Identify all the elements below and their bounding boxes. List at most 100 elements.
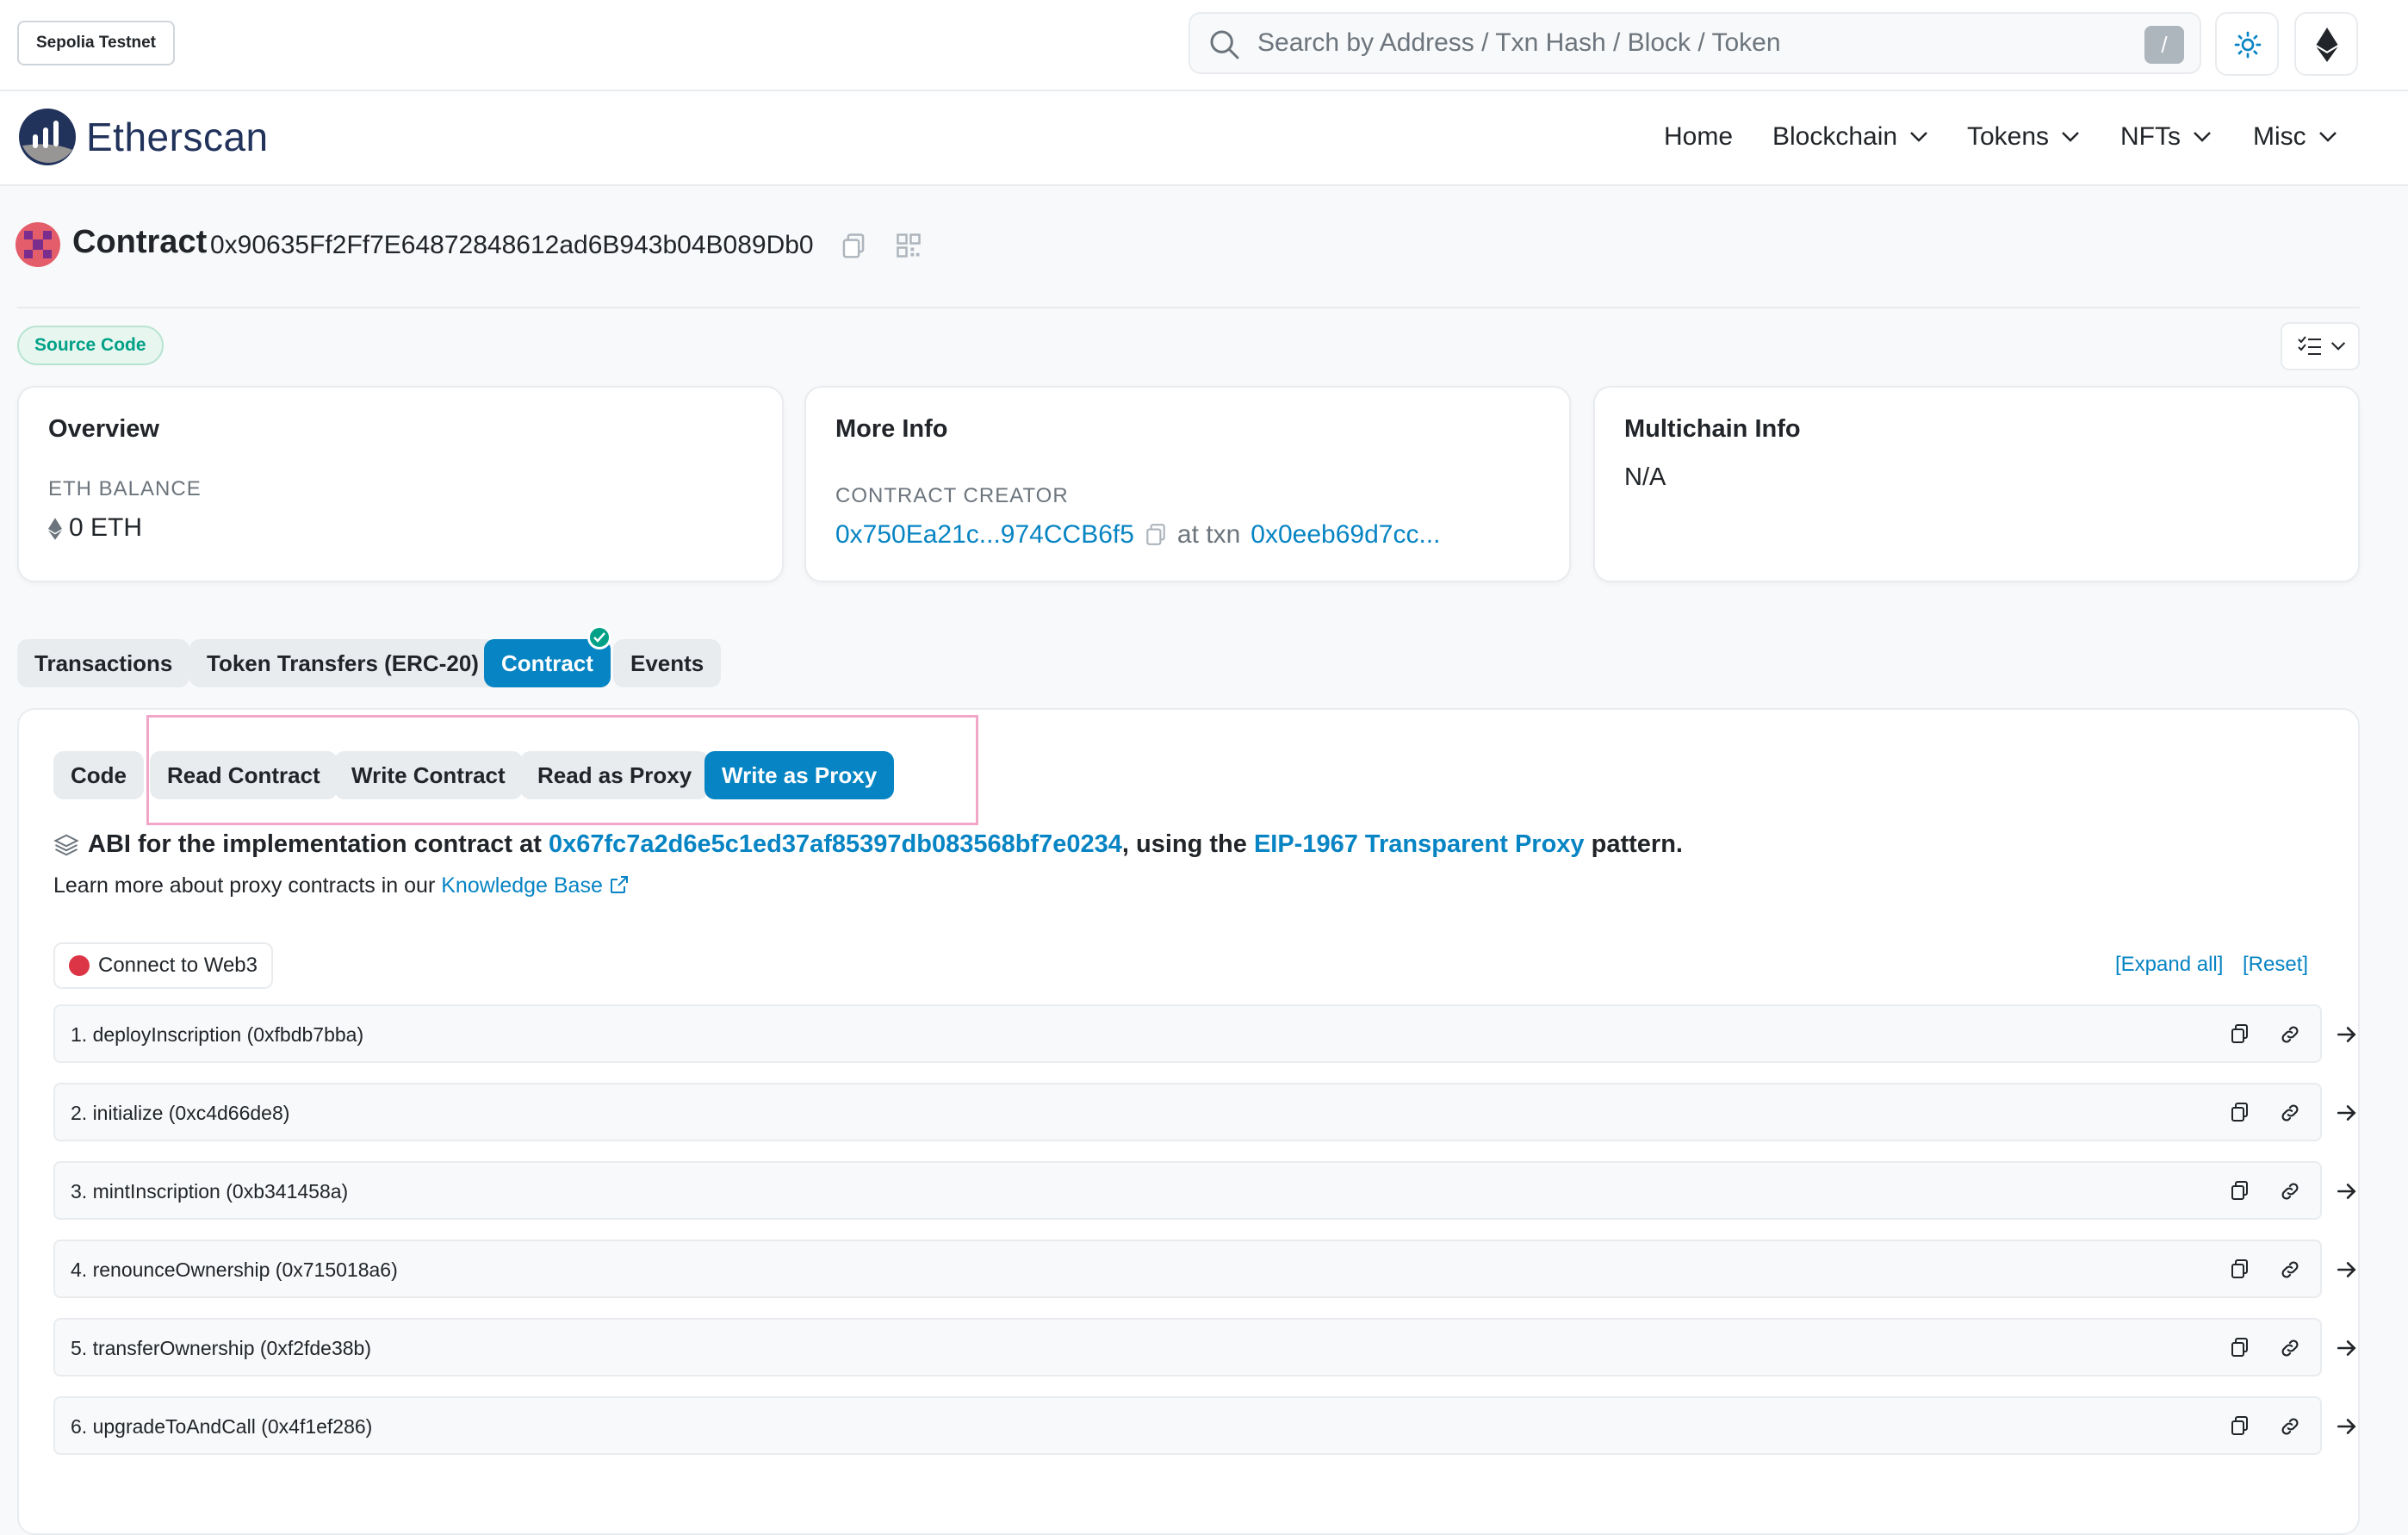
connect-web3-button[interactable]: Connect to Web3	[53, 942, 274, 989]
at-txn-text: at txn	[1176, 520, 1241, 549]
network-switch-button[interactable]	[2294, 12, 2358, 76]
link-icon[interactable]	[2279, 1023, 2301, 1046]
chevron-down-icon	[2194, 132, 2211, 142]
reset-link[interactable]: [Reset]	[2243, 953, 2308, 977]
more-info-card: More Info CONTRACT CREATOR 0x750Ea21c...…	[804, 386, 1571, 582]
link-icon[interactable]	[2279, 1337, 2301, 1359]
function-row[interactable]: 2. initialize (0xc4d66de8)	[53, 1083, 2356, 1141]
sun-icon	[2234, 31, 2262, 59]
search-box[interactable]: /	[1188, 12, 2201, 74]
learn-prefix: Learn more about proxy contracts in our	[53, 873, 442, 898]
chevron-down-icon	[2318, 132, 2337, 142]
copy-icon[interactable]	[2229, 1415, 2251, 1438]
subtab-read-contract[interactable]: Read Contract	[150, 751, 338, 799]
function-row[interactable]: 4. renounceOwnership (0x715018a6)	[53, 1240, 2356, 1298]
nav-home-label: Home	[1664, 122, 1734, 151]
nav-misc-label: Misc	[2253, 122, 2306, 151]
creation-txn-link[interactable]: 0x0eeb69d7cc...	[1251, 520, 1440, 550]
search-shortcut-key: /	[2144, 26, 2184, 64]
list-checks-icon	[2298, 336, 2321, 355]
function-row[interactable]: 3. mintInscription (0xb341458a)	[53, 1161, 2356, 1220]
ethereum-icon	[48, 518, 62, 540]
network-badge[interactable]: Sepolia Testnet	[17, 21, 176, 65]
nav-blockchain-label: Blockchain	[1772, 122, 1898, 151]
link-icon[interactable]	[2279, 1258, 2301, 1281]
main-navbar: Etherscan Home Blockchain Tokens NFTs Mi…	[0, 91, 2408, 186]
function-name: 6. upgradeToAndCall (0x4f1ef286)	[71, 1415, 373, 1438]
proxy-pattern-link[interactable]: EIP-1967 Transparent Proxy	[1254, 830, 1585, 858]
abi-prefix: ABI for the implementation contract at	[88, 830, 549, 858]
overview-title: Overview	[48, 415, 159, 443]
function-name: 2. initialize (0xc4d66de8)	[71, 1102, 290, 1124]
contract-label: Contract	[72, 224, 208, 260]
arrow-right-icon[interactable]	[2336, 1258, 2358, 1281]
search-icon	[1210, 30, 1239, 59]
arrow-right-icon[interactable]	[2336, 1180, 2358, 1203]
arrow-right-icon[interactable]	[2336, 1337, 2358, 1359]
verified-check-icon	[587, 625, 611, 649]
copy-icon[interactable]	[2229, 1180, 2251, 1203]
tab-events[interactable]: Events	[613, 639, 722, 687]
theme-toggle-button[interactable]	[2215, 12, 2279, 76]
copy-icon[interactable]	[2229, 1023, 2251, 1046]
link-icon[interactable]	[2279, 1180, 2301, 1203]
multichain-value: N/A	[1624, 463, 1666, 491]
expand-all-link[interactable]: [Expand all]	[2115, 953, 2223, 977]
nav-home[interactable]: Home	[1664, 122, 1733, 152]
function-name: 4. renounceOwnership (0x715018a6)	[71, 1258, 398, 1281]
contract-creator-row: 0x750Ea21c...974CCB6f5 at txn 0x0eeb69d7…	[835, 520, 1440, 550]
source-code-badge[interactable]: Source Code	[17, 326, 164, 365]
copy-icon[interactable]	[1145, 523, 1167, 547]
arrow-right-icon[interactable]	[2336, 1102, 2358, 1124]
connect-web3-label: Connect to Web3	[98, 954, 258, 977]
creator-address-link[interactable]: 0x750Ea21c...974CCB6f5	[835, 520, 1134, 550]
nav-tokens[interactable]: Tokens	[1967, 122, 2080, 152]
function-row[interactable]: 6. upgradeToAndCall (0x4f1ef286)	[53, 1396, 2356, 1455]
abi-middle: , using the	[1121, 830, 1254, 858]
multichain-title: Multichain Info	[1624, 415, 1801, 443]
external-link-icon[interactable]	[609, 874, 630, 895]
arrow-right-icon[interactable]	[2336, 1415, 2358, 1438]
abi-suffix: pattern.	[1584, 830, 1683, 858]
contract-creator-label: CONTRACT CREATOR	[835, 484, 1069, 507]
link-icon[interactable]	[2279, 1102, 2301, 1124]
link-icon[interactable]	[2279, 1415, 2301, 1438]
top-bar: Sepolia Testnet /	[0, 0, 2408, 91]
subtab-write-contract[interactable]: Write Contract	[334, 751, 523, 799]
implementation-address-link[interactable]: 0x67fc7a2d6e5c1ed37af85397db083568bf7e02…	[549, 830, 1122, 858]
copy-icon[interactable]	[2229, 1258, 2251, 1281]
brand-name[interactable]: Etherscan	[86, 114, 269, 160]
function-name: 1. deployInscription (0xfbdb7bba)	[71, 1023, 364, 1046]
function-name: 5. transferOwnership (0xf2fde38b)	[71, 1337, 372, 1359]
function-row[interactable]: 1. deployInscription (0xfbdb7bba)	[53, 1004, 2356, 1063]
function-row[interactable]: 5. transferOwnership (0xf2fde38b)	[53, 1318, 2356, 1377]
search-input[interactable]	[1256, 14, 2117, 72]
copy-icon[interactable]	[2229, 1337, 2251, 1359]
qr-code-icon[interactable]	[896, 233, 922, 258]
nav-tokens-label: Tokens	[1967, 122, 2050, 151]
disconnected-status-icon	[69, 955, 90, 976]
tab-transactions[interactable]: Transactions	[17, 639, 190, 687]
nav-nfts[interactable]: NFTs	[2120, 122, 2212, 152]
learn-more-text: Learn more about proxy contracts in our …	[53, 873, 630, 898]
copy-icon[interactable]	[841, 233, 866, 260]
subtab-code[interactable]: Code	[53, 751, 144, 799]
abi-description: ABI for the implementation contract at 0…	[88, 830, 1683, 859]
contract-avatar	[16, 222, 60, 267]
etherscan-logo[interactable]	[17, 107, 78, 167]
knowledge-base-link[interactable]: Knowledge Base	[441, 873, 603, 898]
nav-nfts-label: NFTs	[2120, 122, 2181, 151]
chevron-down-icon	[2062, 132, 2079, 142]
subtab-read-as-proxy[interactable]: Read as Proxy	[520, 751, 710, 799]
copy-icon[interactable]	[2229, 1102, 2251, 1124]
eth-balance-label: ETH BALANCE	[48, 477, 202, 500]
view-options-button[interactable]	[2281, 322, 2360, 370]
ethereum-icon	[2316, 28, 2338, 62]
tab-token-transfers[interactable]: Token Transfers (ERC-20)	[189, 639, 496, 687]
nav-misc[interactable]: Misc	[2253, 122, 2337, 152]
arrow-right-icon[interactable]	[2336, 1023, 2358, 1046]
multichain-card: Multichain Info N/A	[1593, 386, 2360, 582]
more-info-title: More Info	[835, 415, 948, 443]
nav-blockchain[interactable]: Blockchain	[1772, 122, 1928, 152]
subtab-write-as-proxy[interactable]: Write as Proxy	[704, 751, 895, 799]
